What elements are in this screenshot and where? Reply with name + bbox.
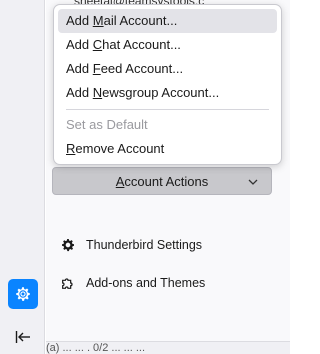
addons-label: Add-ons and Themes xyxy=(86,276,206,290)
collapse-toolbar-button[interactable] xyxy=(11,326,35,348)
spaces-toolbar xyxy=(0,0,45,354)
menu-add-mail-account[interactable]: Add Mail Account... xyxy=(58,9,277,33)
puzzle-icon xyxy=(62,278,73,289)
settings-label: Thunderbird Settings xyxy=(86,238,203,252)
thunderbird-settings-link[interactable]: Thunderbird Settings xyxy=(60,233,202,257)
gear-icon xyxy=(16,287,30,301)
collapse-left-icon xyxy=(15,331,30,343)
menu-separator xyxy=(66,109,269,110)
menu-add-newsgroup-account[interactable]: Add Newsgroup Account... xyxy=(58,81,277,105)
settings-space-button[interactable] xyxy=(8,279,38,309)
menu-add-feed-account[interactable]: Add Feed Account... xyxy=(58,57,277,81)
status-text: (a) ... ... . 0/2 ... ... ... xyxy=(46,342,146,354)
account-actions-menu: Add Mail Account... Add Chat Account... … xyxy=(53,4,282,165)
menu-set-as-default: Set as Default xyxy=(66,117,148,132)
chevron-down-icon xyxy=(248,179,258,185)
gear-icon xyxy=(62,239,75,252)
account-actions-label: Account Actions xyxy=(115,173,209,189)
menu-add-chat-account[interactable]: Add Chat Account... xyxy=(58,33,277,57)
app-window: sheetal@teamsystools.c Account Actions T… xyxy=(0,0,290,354)
menu-remove-account[interactable]: Remove Account xyxy=(58,137,277,161)
addons-themes-link[interactable]: Add-ons and Themes xyxy=(60,271,205,295)
account-actions-button[interactable]: Account Actions xyxy=(52,167,272,195)
status-bar: (a) ... ... . 0/2 ... ... ... xyxy=(46,341,290,354)
